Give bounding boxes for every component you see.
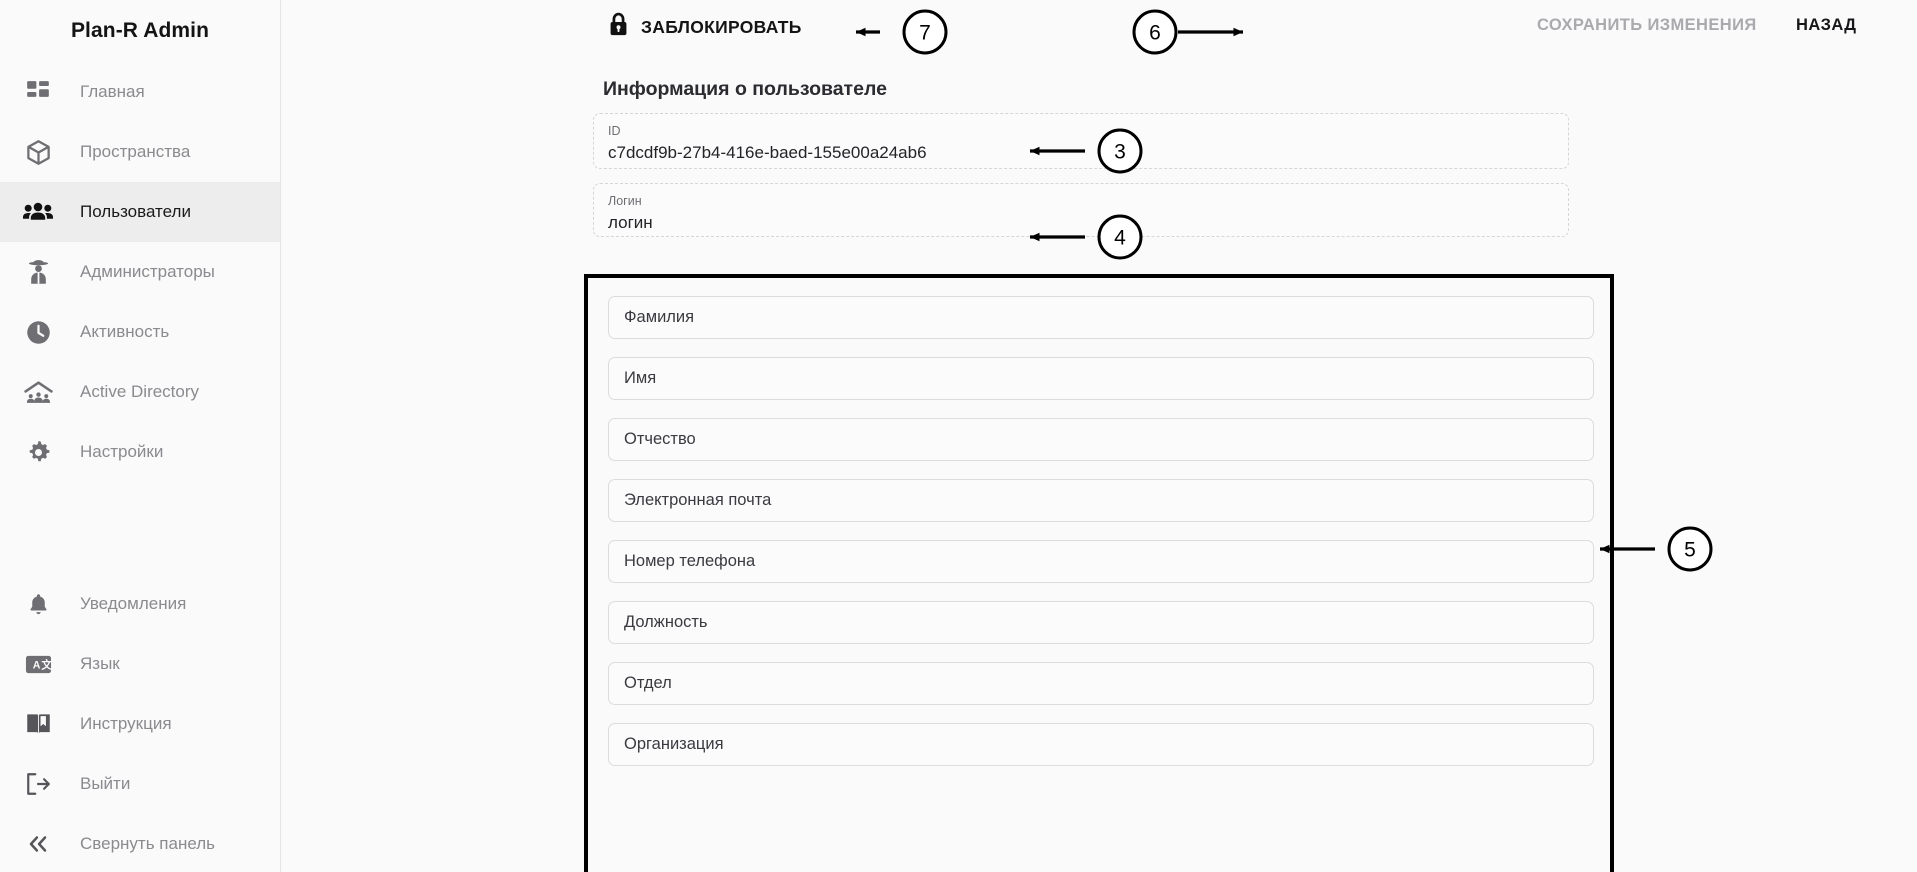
sidebar-item-label: Настройки <box>80 442 164 461</box>
sidebar-item-label: Пользователи <box>80 202 191 221</box>
sidebar-item-label: Язык <box>80 654 120 673</box>
sidebar-item-activity[interactable]: Активность <box>0 302 280 362</box>
lock-button[interactable]: ЗАБЛОКИРОВАТЬ <box>608 12 802 42</box>
chevron-double-left-icon <box>18 827 58 861</box>
sidebar-item-home[interactable]: Главная <box>0 62 280 122</box>
sidebar-item-language[interactable]: A文 Язык <box>0 634 280 694</box>
lock-button-label: ЗАБЛОКИРОВАТЬ <box>641 16 802 37</box>
users-icon <box>18 195 58 229</box>
first-name-field[interactable]: Имя <box>608 357 1594 400</box>
back-button[interactable]: НАЗАД <box>1796 16 1856 35</box>
patronymic-field[interactable]: Отчество <box>608 418 1594 461</box>
sidebar: Plan-R Admin Главная Пространства Пользо… <box>0 0 281 872</box>
sidebar-item-label: Свернуть панель <box>80 834 215 853</box>
sidebar-collapse-toggle[interactable]: Свернуть панель <box>0 814 280 872</box>
sidebar-item-label: Active Directory <box>80 382 200 401</box>
clock-icon <box>18 315 58 349</box>
svg-text:A: A <box>32 659 40 671</box>
sidebar-item-notifications[interactable]: Уведомления <box>0 574 280 634</box>
email-field[interactable]: Электронная почта <box>608 479 1594 522</box>
sidebar-item-label: Администраторы <box>80 262 215 281</box>
login-field[interactable]: Логин логин <box>593 183 1569 237</box>
id-field-value: c7dcdf9b-27b4-416e-baed-155e00a24ab6 <box>608 143 927 162</box>
department-field[interactable]: Отдел <box>608 662 1594 705</box>
profile-fields-group: Фамилия Имя Отчество Электронная почта Н… <box>584 274 1614 872</box>
save-changes-button[interactable]: СОХРАНИТЬ ИЗМЕНЕНИЯ <box>1537 16 1757 35</box>
sidebar-item-manual[interactable]: Инструкция <box>0 694 280 754</box>
surname-field[interactable]: Фамилия <box>608 296 1594 339</box>
organization-field[interactable]: Организация <box>608 723 1594 766</box>
sidebar-item-users[interactable]: Пользователи <box>0 182 280 242</box>
svg-text:文: 文 <box>40 658 52 671</box>
id-field-label: ID <box>608 124 621 138</box>
admin-detective-icon <box>18 255 58 289</box>
book-icon <box>18 707 58 741</box>
app-brand-title: Plan-R Admin <box>70 19 210 42</box>
cube-icon <box>18 135 58 169</box>
id-field[interactable]: ID c7dcdf9b-27b4-416e-baed-155e00a24ab6 <box>593 113 1569 169</box>
gear-icon <box>18 435 58 469</box>
page-title: Информация о пользователе <box>603 78 887 100</box>
admin-panel-window: Plan-R Admin Главная Пространства Пользо… <box>0 0 1917 872</box>
sidebar-item-label: Пространства <box>80 142 191 161</box>
main-content: ЗАБЛОКИРОВАТЬ СОХРАНИТЬ ИЗМЕНЕНИЯ НАЗАД … <box>281 0 1917 872</box>
bell-icon <box>18 587 58 621</box>
sidebar-item-label: Выйти <box>80 774 131 793</box>
translate-icon: A文 <box>18 647 58 681</box>
dashboard-icon <box>18 75 58 109</box>
login-field-value: логин <box>608 213 653 232</box>
sidebar-item-logout[interactable]: Выйти <box>0 754 280 814</box>
login-field-label: Логин <box>608 194 642 208</box>
action-toolbar: ЗАБЛОКИРОВАТЬ СОХРАНИТЬ ИЗМЕНЕНИЯ НАЗАД <box>281 0 1917 56</box>
sidebar-item-label: Инструкция <box>80 714 172 733</box>
phone-number-field[interactable]: Номер телефона <box>608 540 1594 583</box>
lock-icon <box>608 12 629 42</box>
sidebar-item-label: Активность <box>80 322 170 341</box>
sidebar-item-administrators[interactable]: Администраторы <box>0 242 280 302</box>
logout-icon <box>18 767 58 801</box>
position-field[interactable]: Должность <box>608 601 1594 644</box>
sidebar-item-label: Главная <box>80 82 145 101</box>
sidebar-item-spaces[interactable]: Пространства <box>0 122 280 182</box>
sidebar-item-active-directory[interactable]: Active Directory <box>0 362 280 422</box>
active-directory-icon <box>18 375 58 409</box>
sidebar-item-label: Уведомления <box>80 594 187 613</box>
sidebar-item-settings[interactable]: Настройки <box>0 422 280 482</box>
